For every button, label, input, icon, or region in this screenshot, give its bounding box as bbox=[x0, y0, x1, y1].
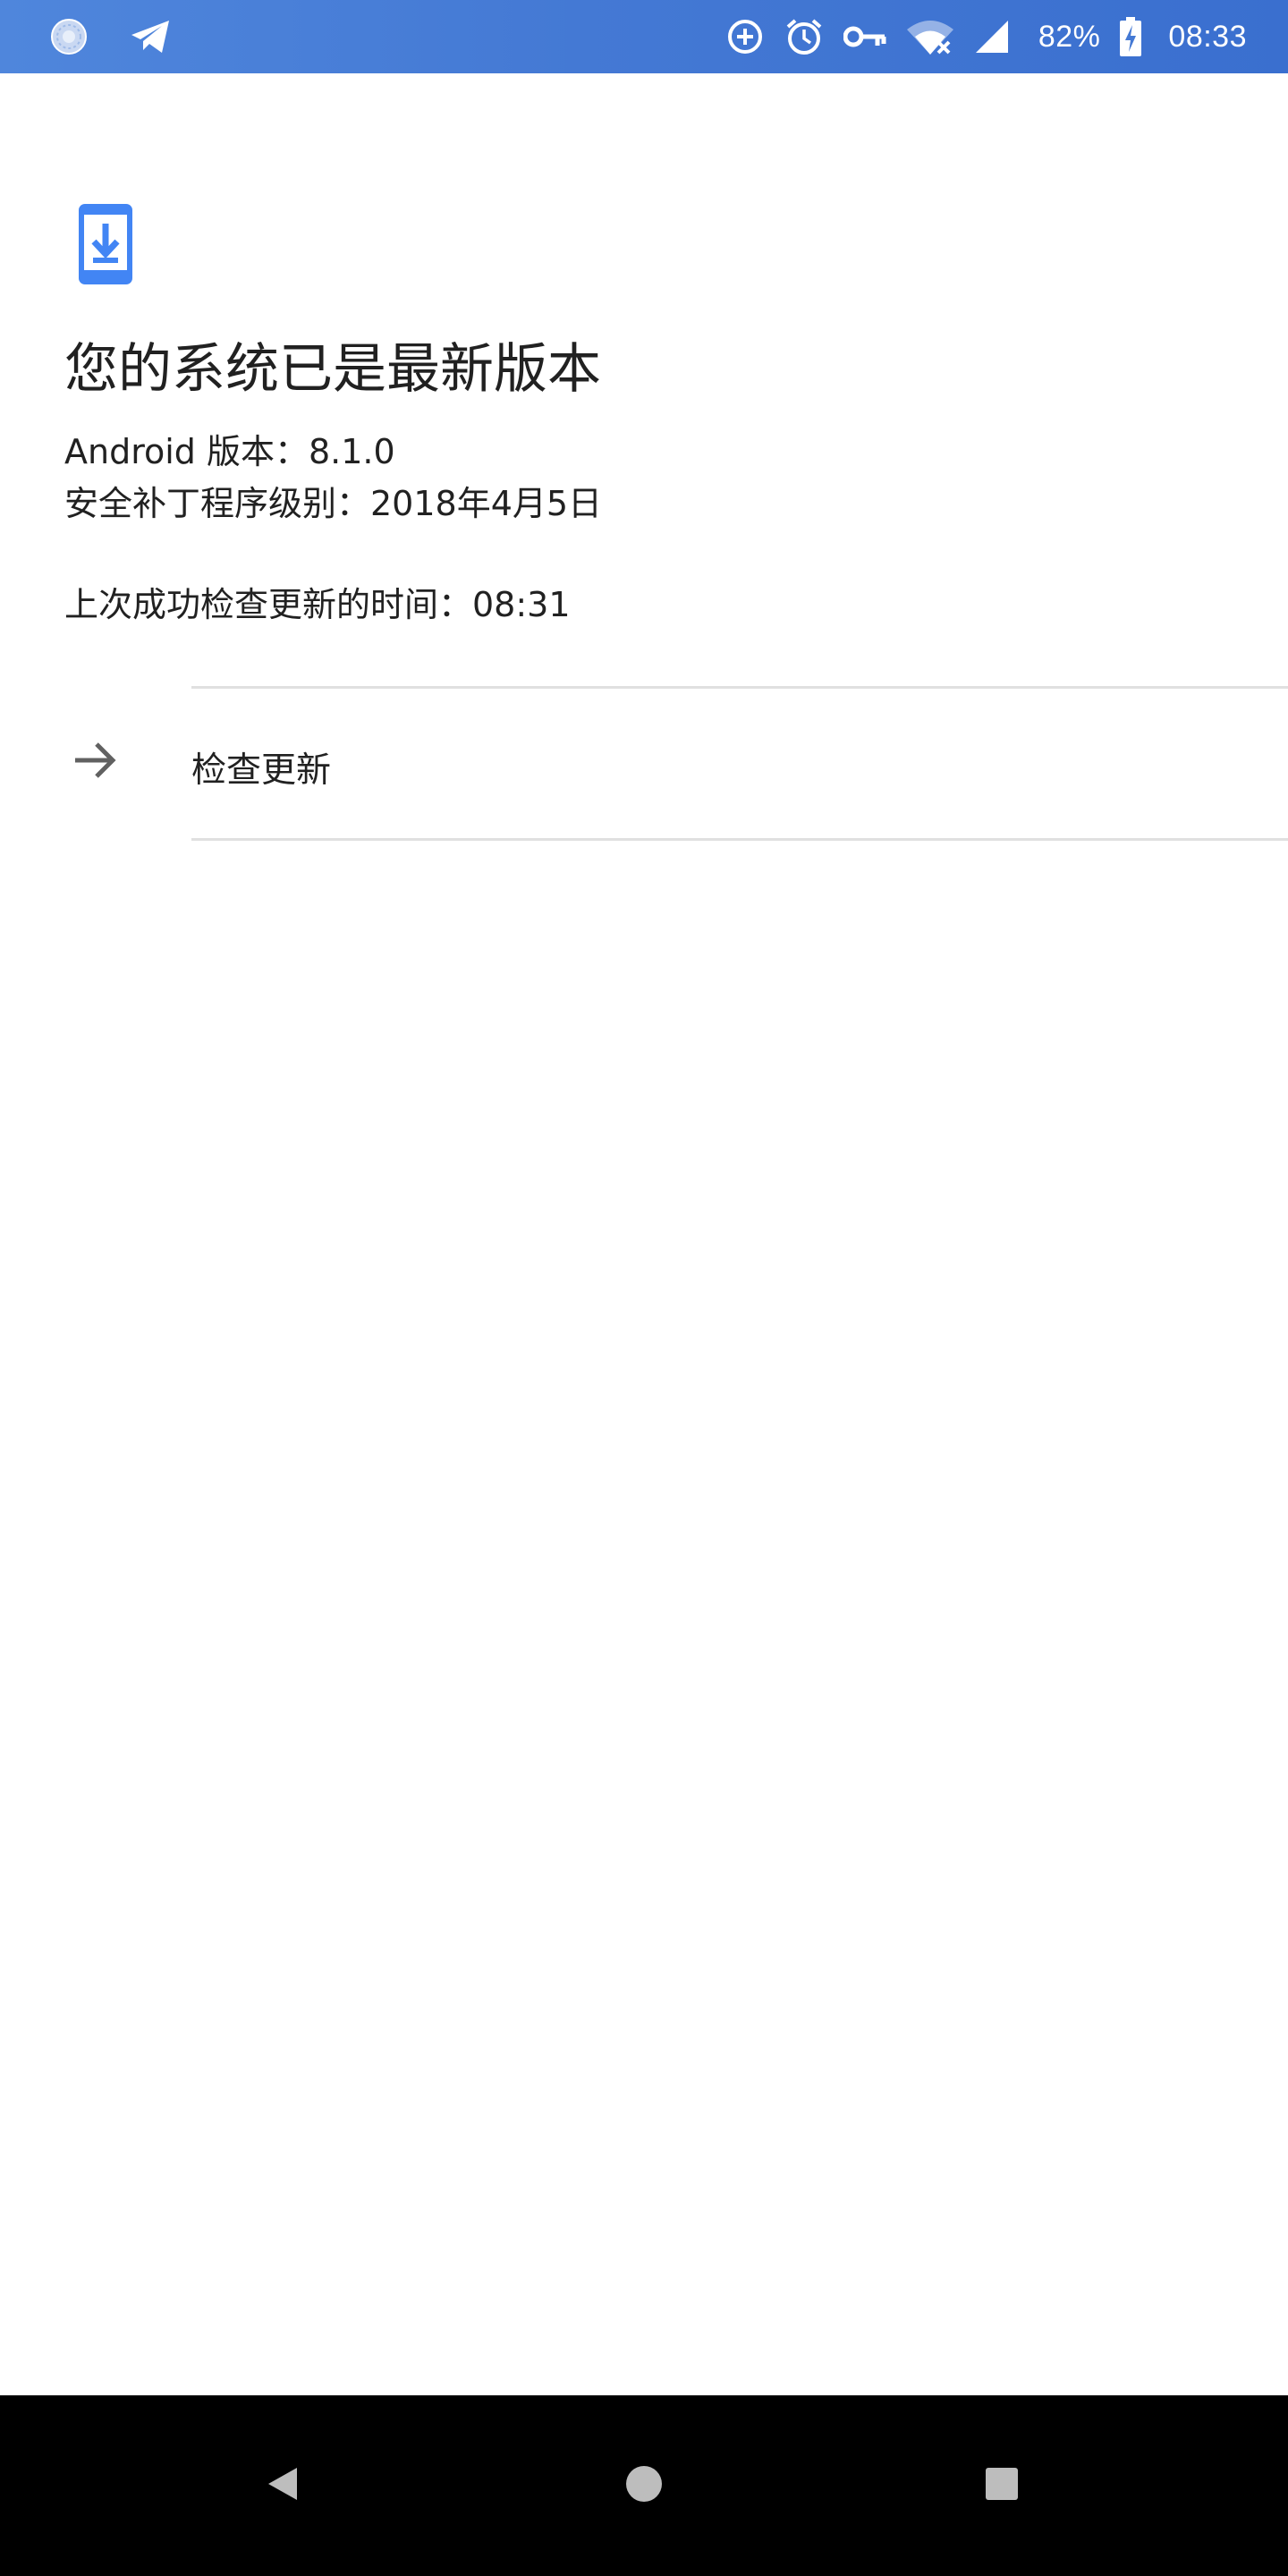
divider bbox=[191, 838, 1288, 841]
page-title: 您的系统已是最新版本 bbox=[64, 338, 601, 401]
security-patch-text: 安全补丁程序级别：2018年4月5日 bbox=[64, 484, 603, 523]
back-icon bbox=[267, 2466, 299, 2505]
alarm-icon bbox=[784, 17, 824, 56]
check-for-update-button[interactable]: 检查更新 bbox=[0, 689, 1288, 838]
home-icon bbox=[625, 2465, 663, 2506]
navigation-bar bbox=[0, 2395, 1288, 2576]
status-bar-notification-icons bbox=[49, 0, 171, 73]
recents-icon bbox=[985, 2467, 1019, 2504]
status-bar[interactable]: 82% 08:33 bbox=[0, 0, 1288, 73]
battery-percent: 82% bbox=[1038, 19, 1101, 54]
cell-signal-icon bbox=[974, 19, 1010, 55]
arrow-forward-icon bbox=[70, 735, 120, 789]
telegram-icon bbox=[130, 19, 171, 55]
android-version-text: Android 版本：8.1.0 bbox=[64, 432, 395, 471]
system-update-icon bbox=[49, 17, 89, 56]
check-for-update-label: 检查更新 bbox=[191, 750, 332, 791]
home-button[interactable] bbox=[572, 2395, 716, 2576]
clock: 08:33 bbox=[1168, 19, 1247, 54]
vpn-key-icon bbox=[843, 23, 886, 50]
status-bar-system-icons: 82% 08:33 bbox=[725, 0, 1247, 73]
wifi-no-internet-icon bbox=[906, 19, 954, 55]
last-check-time-text: 上次成功检查更新的时间：08:31 bbox=[64, 585, 571, 624]
system-update-screen: 您的系统已是最新版本 Android 版本：8.1.0 安全补丁程序级别：201… bbox=[0, 73, 1288, 2395]
battery-charging-icon bbox=[1120, 17, 1142, 56]
back-button[interactable] bbox=[211, 2395, 354, 2576]
data-saver-icon bbox=[725, 17, 765, 56]
recents-button[interactable] bbox=[930, 2395, 1073, 2576]
phone-download-icon bbox=[79, 204, 132, 288]
